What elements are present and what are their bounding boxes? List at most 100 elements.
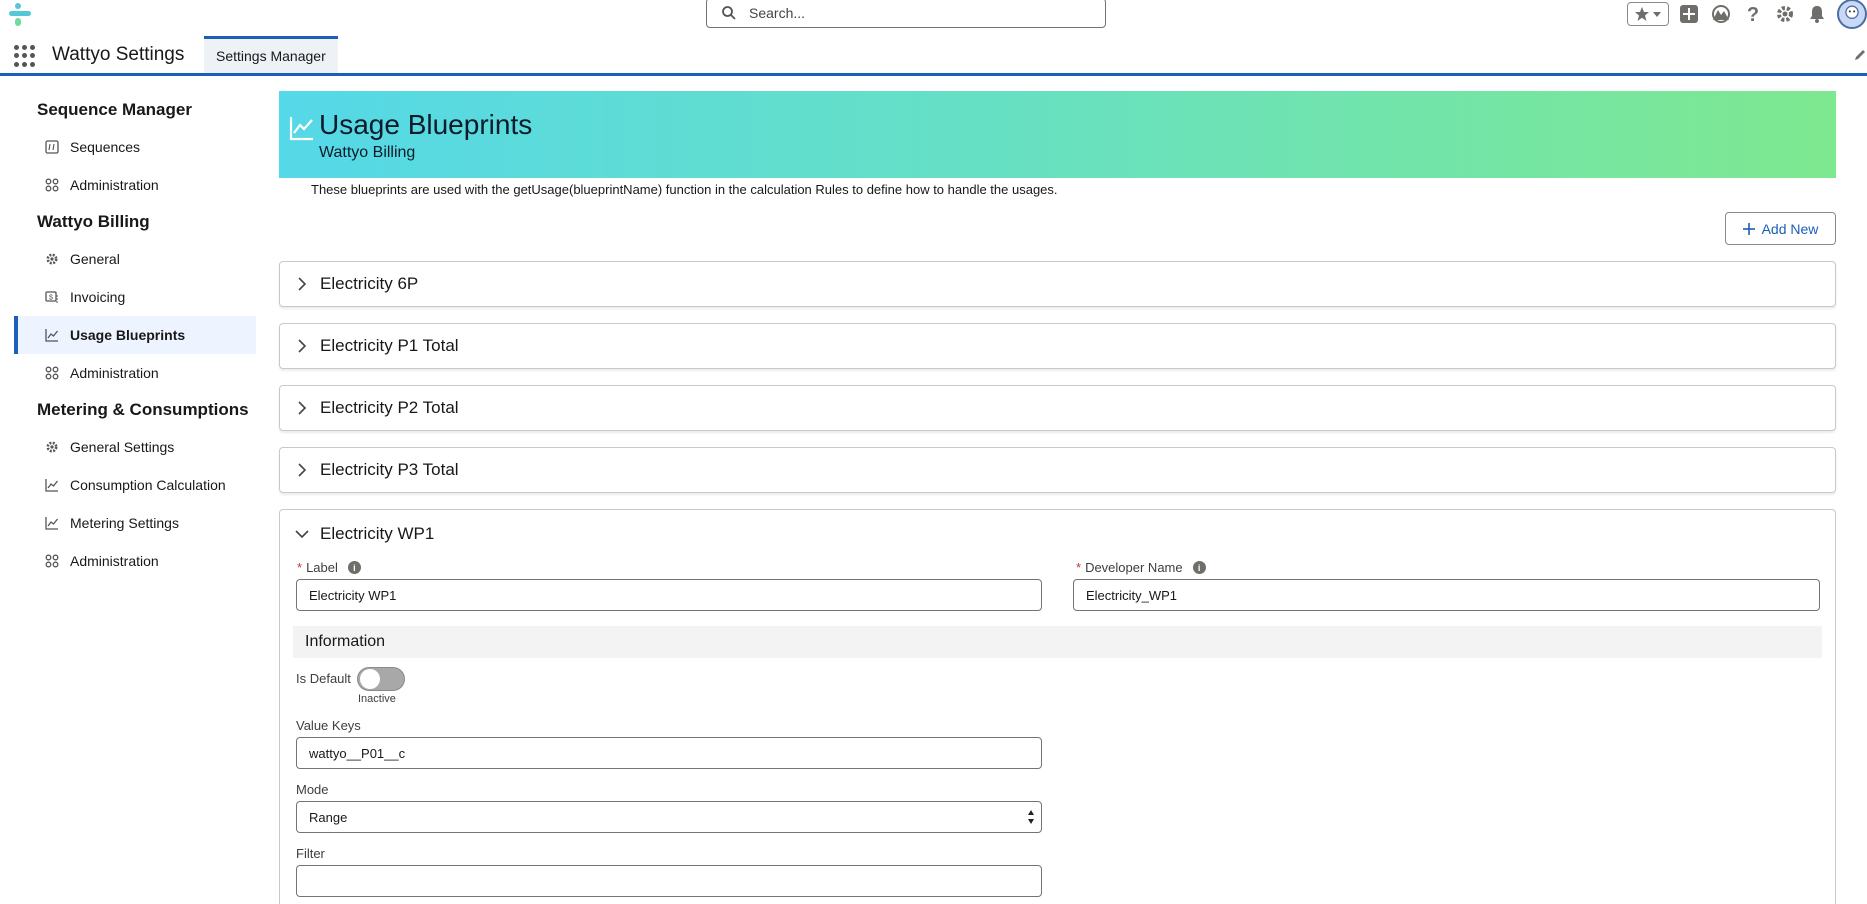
app-launcher-icon[interactable] xyxy=(14,45,36,67)
global-add-button[interactable] xyxy=(1677,2,1701,26)
accordion-electricity-wp1: Electricity WP1 * Label i Electricity WP… xyxy=(279,509,1836,904)
accordion-title: Electricity 6P xyxy=(320,274,419,293)
sidebar-item-consumption-calculation[interactable]: Consumption Calculation xyxy=(14,466,256,504)
mode-select[interactable]: Range xyxy=(296,801,1042,833)
label-field-label: * Label i xyxy=(297,560,361,575)
sidebar-item-usage-blueprints[interactable]: Usage Blueprints xyxy=(14,316,256,354)
page-description: These blueprints are used with the getUs… xyxy=(311,182,1058,197)
field-label-text: Label xyxy=(306,560,338,575)
accordion-electricity-p3-total[interactable]: Electricity P3 Total xyxy=(279,447,1836,493)
trailhead-icon xyxy=(1712,5,1730,23)
setup-gear-icon xyxy=(1777,6,1793,22)
sidebar-item-general[interactable]: General xyxy=(14,240,256,278)
accordion-electricity-p1-total[interactable]: Electricity P1 Total xyxy=(279,323,1836,369)
add-icon xyxy=(1742,222,1755,235)
settings-sidebar: Sequence Manager Sequences Administratio… xyxy=(14,92,256,580)
sidebar-item-label: Administration xyxy=(70,553,159,569)
mode-label: Mode xyxy=(296,782,329,797)
accordion-electricity-6p[interactable]: Electricity 6P xyxy=(279,261,1836,307)
sidebar-item-invoicing[interactable]: $ Invoicing xyxy=(14,278,256,316)
apps-icon xyxy=(45,178,59,192)
header-utility-icons: ? xyxy=(1627,0,1867,29)
app-navigation-bar: Wattyo Settings Settings Manager xyxy=(0,36,1867,76)
sidebar-item-label: Consumption Calculation xyxy=(70,477,226,493)
global-header: Search... ? xyxy=(0,0,1867,30)
sidebar-section-title: Sequence Manager xyxy=(37,100,192,119)
required-asterisk: * xyxy=(1076,560,1082,575)
accordion-title: Electricity P2 Total xyxy=(320,398,459,417)
value-keys-label: Value Keys xyxy=(296,718,361,733)
required-asterisk: * xyxy=(297,560,303,575)
chart-line-icon xyxy=(45,517,59,530)
gear-icon xyxy=(46,441,58,453)
add-new-button[interactable]: Add New xyxy=(1725,212,1836,245)
sidebar-item-label: Administration xyxy=(70,365,159,381)
developer-name-field-label: * Developer Name i xyxy=(1076,560,1206,575)
svg-text:?: ? xyxy=(1747,4,1759,24)
tab-settings-manager[interactable]: Settings Manager xyxy=(204,36,338,73)
add-icon xyxy=(1680,5,1698,23)
setup-button[interactable] xyxy=(1773,2,1797,26)
sidebar-item-label: Sequences xyxy=(70,139,141,155)
chart-line-icon xyxy=(45,329,59,342)
user-avatar[interactable] xyxy=(1837,0,1867,29)
page-subtitle: Wattyo Billing xyxy=(319,144,416,161)
filter-input[interactable] xyxy=(296,865,1042,897)
trailhead-button[interactable] xyxy=(1709,2,1733,26)
chevron-right-icon xyxy=(298,277,307,291)
developer-name-input[interactable]: Electricity_WP1 xyxy=(1073,579,1820,611)
accordion-electricity-p2-total[interactable]: Electricity P2 Total xyxy=(279,385,1836,431)
select-arrows-icon xyxy=(1028,810,1034,824)
label-input[interactable]: Electricity WP1 xyxy=(296,579,1042,611)
help-icon: ? xyxy=(1747,4,1759,24)
accordion-title: Electricity WP1 xyxy=(320,524,435,543)
is-default-toggle[interactable] xyxy=(357,667,405,691)
accordion-title: Electricity P3 Total xyxy=(320,460,459,479)
sidebar-item-label: General xyxy=(70,251,120,267)
help-button[interactable]: ? xyxy=(1741,2,1765,26)
info-icon[interactable]: i xyxy=(347,561,361,574)
information-section-header: Information xyxy=(293,626,1822,658)
chevron-down-icon xyxy=(1653,12,1661,17)
info-icon[interactable]: i xyxy=(1192,561,1206,574)
global-search-input[interactable]: Search... xyxy=(706,0,1106,28)
chevron-right-icon xyxy=(298,463,307,477)
apps-icon xyxy=(45,366,59,380)
invoice-icon: $ xyxy=(45,291,58,303)
field-label-text: Developer Name xyxy=(1085,560,1183,575)
sidebar-item-general-settings[interactable]: General Settings xyxy=(14,428,256,466)
sidebar-item-metering-settings[interactable]: Metering Settings xyxy=(14,504,256,542)
sidebar-item-administration[interactable]: Administration xyxy=(14,166,256,204)
sidebar-section-title: Metering & Consumptions xyxy=(37,400,249,419)
gear-icon xyxy=(46,253,58,265)
is-default-label: Is Default xyxy=(296,671,351,686)
notifications-button[interactable] xyxy=(1805,2,1829,26)
chevron-right-icon xyxy=(298,339,307,353)
chevron-down-icon xyxy=(295,530,309,539)
chart-line-icon xyxy=(45,479,59,492)
sidebar-item-administration[interactable]: Administration xyxy=(14,542,256,580)
notifications-bell-icon xyxy=(1810,6,1824,23)
sidebar-section-title: Wattyo Billing xyxy=(37,212,150,231)
mode-selected-value: Range xyxy=(309,809,348,825)
edit-nav-pencil-icon[interactable] xyxy=(1853,48,1867,62)
sidebar-item-sequences[interactable]: Sequences xyxy=(14,128,256,166)
org-logo-icon[interactable] xyxy=(6,0,36,28)
add-new-label: Add New xyxy=(1761,220,1819,237)
toggle-state-text: Inactive xyxy=(358,693,396,705)
search-icon xyxy=(722,6,736,20)
sidebar-item-label: Metering Settings xyxy=(70,515,179,531)
sidebar-item-label: Usage Blueprints xyxy=(70,327,186,343)
accordion-title: Electricity P1 Total xyxy=(320,336,459,355)
svg-text:$: $ xyxy=(49,295,53,302)
favorites-button[interactable] xyxy=(1627,2,1669,26)
chart-line-icon xyxy=(289,117,313,141)
sidebar-item-label: Administration xyxy=(70,177,159,193)
page-title: Usage Blueprints xyxy=(319,109,533,140)
favorites-star-icon xyxy=(1635,7,1649,21)
sidebar-item-administration[interactable]: Administration xyxy=(14,354,256,392)
value-keys-input[interactable]: wattyo__P01__c xyxy=(296,737,1042,769)
search-placeholder: Search... xyxy=(749,5,806,21)
accordion-header[interactable]: Electricity WP1 xyxy=(295,524,434,544)
app-name: Wattyo Settings xyxy=(52,44,185,65)
